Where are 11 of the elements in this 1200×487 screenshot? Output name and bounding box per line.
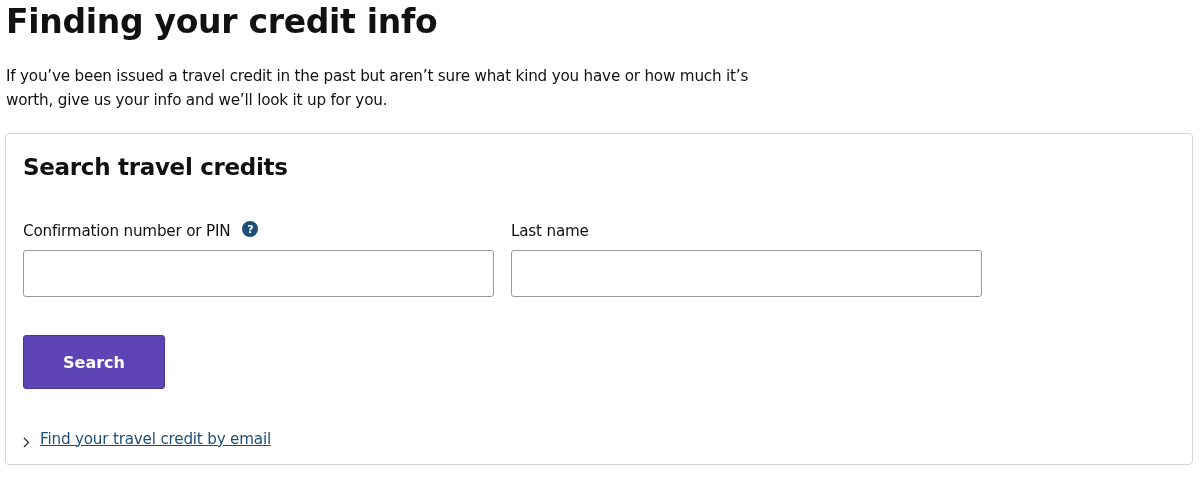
help-icon[interactable]: ? bbox=[242, 221, 259, 237]
card-title: Search travel credits bbox=[23, 153, 289, 182]
email-link[interactable]: Find your travel credit by email bbox=[40, 429, 271, 448]
field-label: Last name bbox=[511, 222, 589, 240]
search-button[interactable]: Search bbox=[23, 335, 165, 389]
page-title: Finding your credit info bbox=[5, 1, 439, 42]
field-label: Confirmation number or PIN bbox=[23, 222, 231, 240]
chevron-icon bbox=[23, 437, 30, 448]
input-field[interactable] bbox=[511, 250, 982, 297]
input-field[interactable] bbox=[23, 250, 494, 297]
intro-text: If you’ve been issued a travel credit in the past but aren’t sure what kind you have or how much it’s worth, give us your info and we’ll look it up for you. bbox=[6, 66, 750, 111]
